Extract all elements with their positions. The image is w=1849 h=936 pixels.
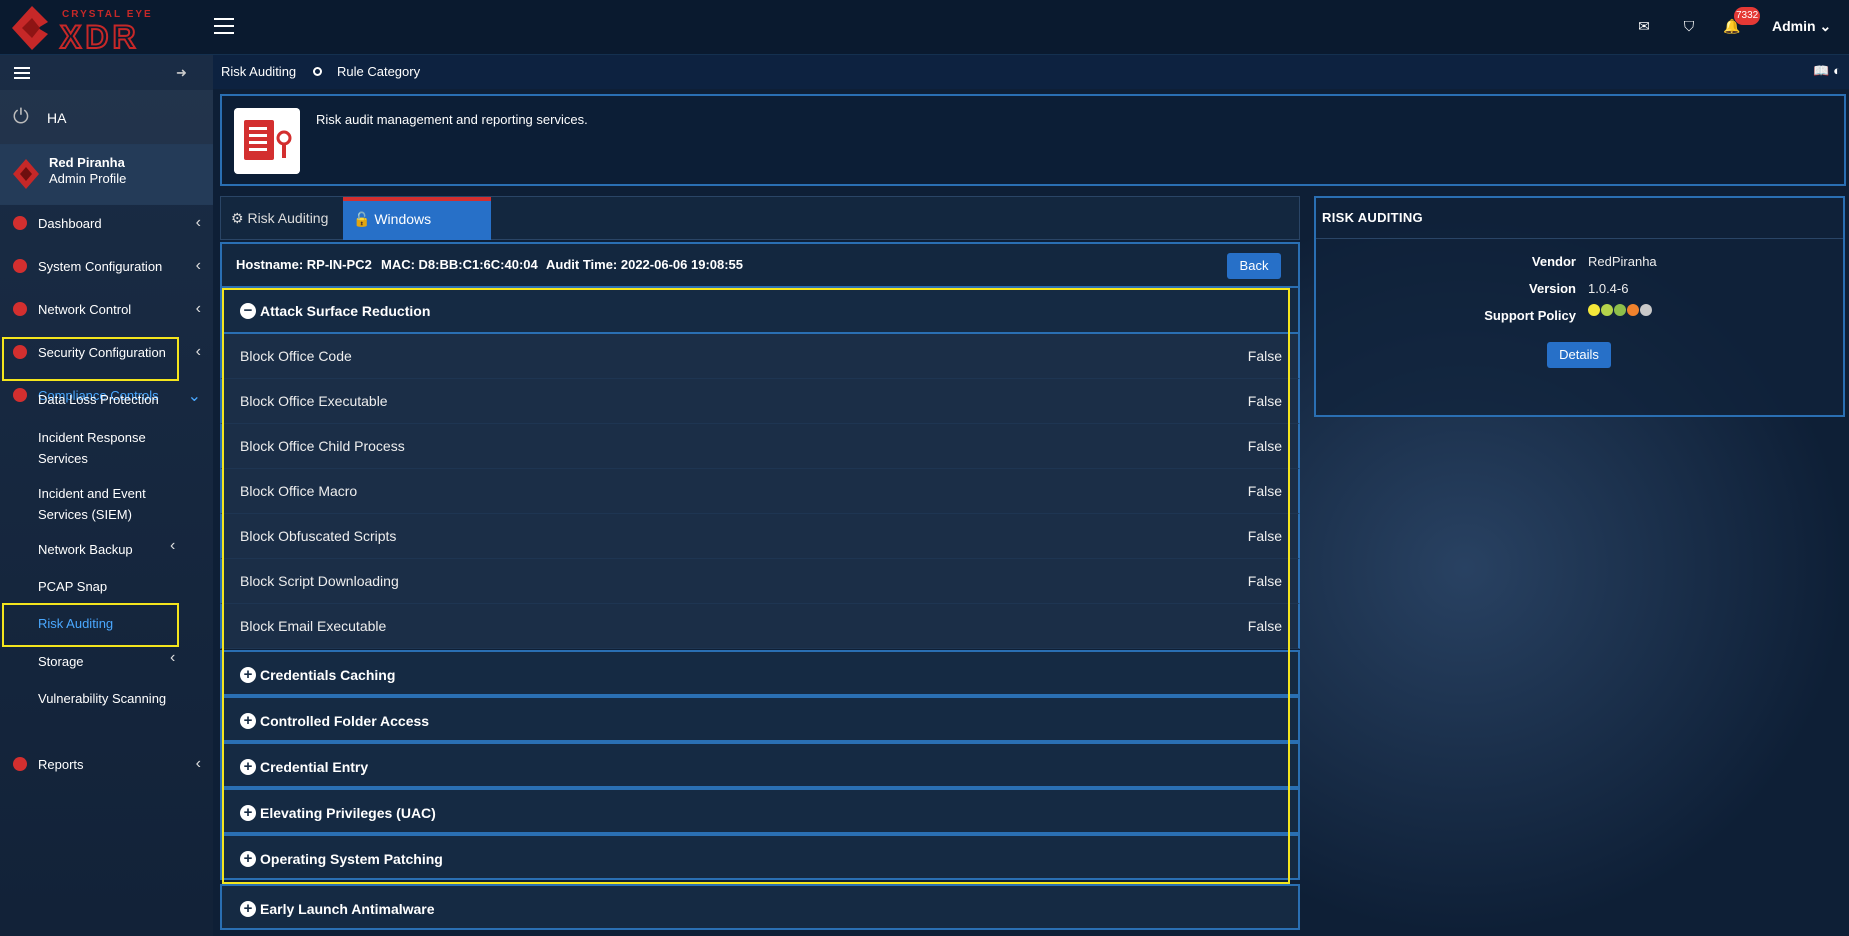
profile-role: Admin Profile [49, 171, 127, 186]
home-icon [13, 259, 27, 273]
support-policy-dot [1640, 304, 1652, 316]
risk-auditing-info-card: RISK AUDITING Vendor RedPiranha Version … [1314, 196, 1845, 417]
rule-categories: − Attack Surface Reduction Block Office … [220, 288, 1300, 936]
gear-icon: ⚙ [231, 210, 244, 226]
dashboard-icon [13, 216, 27, 230]
profile-name: Red Piranha [49, 155, 125, 170]
profile-row[interactable]: Red Piranha Admin Profile [0, 145, 213, 205]
main-menu-toggle-icon[interactable] [214, 18, 234, 34]
ha-label: HA [47, 110, 67, 126]
toggle-icon[interactable]: ◐ [1833, 63, 1841, 78]
back-button[interactable]: Back [1227, 253, 1281, 279]
mail-icon[interactable]: ✉ [1634, 16, 1654, 36]
top-bar: CRYSTAL EYE XDR ✉ ⛉ 🔔 7332 Admin ⌄ [0, 0, 1849, 55]
nav-network-control[interactable]: Network Control ‹ [0, 289, 213, 329]
nav-label: Network Control [38, 302, 132, 317]
nav-label: System Configuration [38, 259, 163, 274]
sidebar-header: ➜ [0, 55, 213, 90]
notification-badge: 7332 [1734, 7, 1761, 25]
section-early-launch-antimalware[interactable]: + Early Launch Antimalware [220, 884, 1300, 930]
support-policy-dot [1601, 304, 1613, 316]
audit-info-bar: Hostname: RP-IN-PC2 MAC: D8:BB:C1:6C:40:… [220, 242, 1300, 288]
hostname-text: Hostname: RP-IN-PC2 [236, 257, 372, 272]
plus-circle-icon: + [240, 901, 256, 917]
version-label: Version [1529, 281, 1576, 296]
ha-status-row[interactable]: ⏻ HA [0, 90, 213, 145]
nav-reports[interactable]: Reports ‹ [0, 744, 213, 784]
nav-dashboard[interactable]: Dashboard ‹ [0, 203, 213, 243]
support-policy-label: Support Policy [1484, 308, 1576, 323]
breadcrumb: Risk Auditing Rule Category 📖 ◐ [213, 55, 1849, 89]
logout-icon[interactable]: ➜ [176, 65, 187, 81]
breadcrumb-tools: 📖 ◐ [1813, 63, 1841, 79]
breadcrumb-rule-category: Rule Category [337, 64, 421, 79]
tab-risk-auditing[interactable]: ⚙ Risk Auditing [221, 197, 338, 240]
chevron-left-icon: ‹ [195, 214, 201, 231]
tab-bar: ⚙ Risk Auditing 🔓 Windows CEASR [220, 196, 1300, 264]
breadcrumb-risk-auditing[interactable]: Risk Auditing [221, 64, 296, 79]
support-policy-dot [1614, 304, 1626, 316]
highlight-risk-auditing [2, 603, 179, 647]
details-button[interactable]: Details [1547, 342, 1611, 368]
sidebar-toggle-icon[interactable] [14, 67, 30, 79]
sub-incident-response-services[interactable]: Incident Response Services [38, 427, 198, 469]
sidebar: ➜ ⏻ HA Red Piranha Admin Profile Dashboa… [0, 55, 213, 936]
unlock-icon: 🔓 [353, 211, 371, 227]
sub-incident-event-services[interactable]: Incident and Event Services (SIEM) [38, 483, 198, 525]
chevron-left-icon: ‹ [195, 755, 201, 772]
admin-user-menu[interactable]: Admin ⌄ [1772, 18, 1831, 35]
chevron-down-icon: ⌄ [1819, 18, 1832, 34]
module-header-card: Risk audit management and reporting serv… [220, 94, 1846, 186]
nav-label: Reports [38, 757, 84, 772]
network-icon [13, 302, 27, 316]
highlight-compliance-controls [2, 337, 179, 381]
tab-windows-ceasr[interactable]: 🔓 Windows CEASR [343, 197, 491, 264]
crystal-eye-xdr-logo: CRYSTAL EYE XDR [12, 6, 151, 54]
card-divider [1316, 238, 1843, 239]
nav-system-configuration[interactable]: System Configuration ‹ [0, 246, 213, 286]
nav-label: Dashboard [38, 216, 102, 231]
chevron-left-icon: ‹ [170, 649, 176, 666]
module-description: Risk audit management and reporting serv… [316, 112, 588, 127]
red-piranha-logo-icon [13, 159, 39, 189]
sub-vulnerability-scanning[interactable]: Vulnerability Scanning [38, 688, 198, 709]
risk-audit-document-icon [234, 108, 300, 174]
book-icon[interactable]: 📖 [1813, 63, 1829, 78]
breadcrumb-separator-icon [313, 67, 322, 76]
compliance-icon [13, 388, 27, 402]
main-panel: ⚙ Risk Auditing 🔓 Windows CEASR Hostname… [220, 196, 1300, 936]
chevron-left-icon: ‹ [195, 257, 201, 274]
power-icon: ⏻ [13, 106, 29, 128]
support-policy-dot [1627, 304, 1639, 316]
mac-text: MAC: D8:BB:C1:6C:40:04 [381, 257, 538, 272]
vendor-value: RedPiranha [1588, 254, 1657, 269]
section-label: Early Launch Antimalware [260, 901, 435, 917]
card-title: RISK AUDITING [1322, 210, 1423, 225]
vendor-label: Vendor [1531, 254, 1576, 269]
chevron-left-icon: ‹ [170, 537, 176, 554]
support-policy-dot [1588, 304, 1600, 316]
sub-pcap-snap[interactable]: PCAP Snap [38, 576, 198, 597]
chevron-left-icon: ‹ [195, 343, 201, 360]
highlight-rule-categories [222, 288, 1290, 884]
shield-icon[interactable]: ⛉ [1679, 16, 1699, 36]
audit-time-text: Audit Time: 2022-06-06 19:08:55 [546, 257, 744, 272]
sub-data-loss-protection[interactable]: Data Loss Protection [38, 389, 198, 410]
version-value: 1.0.4-6 [1588, 281, 1629, 296]
reports-icon [13, 757, 27, 771]
tab-label: Risk Auditing [247, 210, 329, 226]
svg-text:XDR: XDR [60, 19, 140, 54]
admin-label: Admin [1772, 18, 1816, 34]
chevron-left-icon: ‹ [195, 300, 201, 317]
